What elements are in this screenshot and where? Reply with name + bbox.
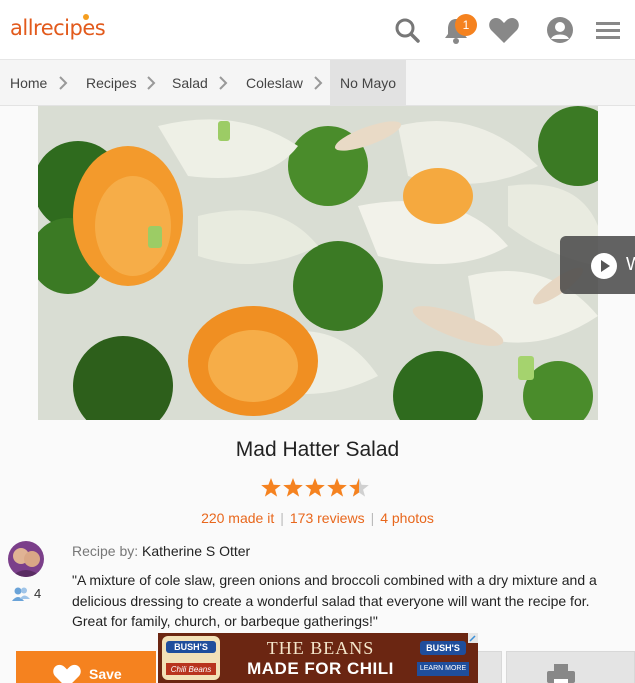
ad-subheadline: MADE FOR CHILI <box>247 659 394 678</box>
breadcrumb-recipes[interactable]: Recipes <box>86 60 137 106</box>
made-it-link[interactable]: 220 made it <box>201 510 274 526</box>
reviews-link[interactable]: 173 reviews <box>290 510 365 526</box>
recipe-title: Mad Hatter Salad <box>235 438 400 461</box>
video-tab-label: W <box>626 254 635 274</box>
ad-product: Chili Beans <box>170 665 212 674</box>
print-icon <box>547 664 575 683</box>
photos-link[interactable]: 4 photos <box>380 510 434 526</box>
search-icon <box>395 18 420 43</box>
chevron-right-icon <box>219 76 228 90</box>
followers-number: 4 <box>34 586 42 601</box>
ad-brand-right: BUSH'S <box>426 643 460 653</box>
user-icon <box>547 17 573 43</box>
ad-brand-left: BUSH'S <box>174 642 208 652</box>
star-icon <box>327 478 347 497</box>
breadcrumb-salad[interactable]: Salad <box>172 60 208 106</box>
print-button[interactable] <box>506 651 635 683</box>
ad-banner[interactable]: BUSH'S Chili Beans THE BEANS MADE FOR CH… <box>158 633 478 683</box>
breadcrumb: Home Recipes Salad Coleslaw No Mayo <box>0 60 635 106</box>
author-name[interactable]: Katherine S Otter <box>142 543 250 559</box>
site-header: allrecipes 1 <box>0 0 635 60</box>
salad-photo-illustration <box>38 106 598 420</box>
ad-cta[interactable]: LEARN MORE <box>417 665 469 672</box>
watch-video-tab[interactable]: W <box>560 236 635 294</box>
chevron-right-icon <box>314 76 323 90</box>
half-star-icon <box>349 478 369 497</box>
recipe-byline: Recipe by: Katherine S Otter <box>72 543 250 559</box>
allrecipes-logo[interactable]: allrecipes <box>10 16 106 40</box>
chevron-right-icon <box>59 76 68 90</box>
save-button[interactable]: Save <box>16 651 156 683</box>
recipe-description: "A mixture of cole slaw, green onions an… <box>72 572 597 629</box>
menu-button[interactable] <box>592 14 624 46</box>
stats-divider: | <box>370 510 375 526</box>
rating-stars[interactable] <box>260 477 375 499</box>
followers-icon <box>12 587 30 601</box>
menu-icon <box>596 22 620 39</box>
ad-headline: THE BEANS <box>266 638 375 658</box>
recipe-stats: 220 made it | 173 reviews | 4 photos <box>0 510 635 526</box>
breadcrumb-home[interactable]: Home <box>10 60 47 106</box>
profile-button[interactable] <box>544 14 576 46</box>
stats-divider: | <box>280 510 284 526</box>
author-avatar[interactable] <box>8 541 44 577</box>
star-icon <box>261 478 281 497</box>
heart-icon <box>489 18 519 43</box>
recipe-by-label: Recipe by: <box>72 543 139 559</box>
star-icon <box>283 478 303 497</box>
breadcrumb-coleslaw[interactable]: Coleslaw <box>246 60 303 106</box>
followers-count[interactable]: 4 <box>12 586 41 601</box>
star-icon <box>305 478 325 497</box>
favorites-button[interactable] <box>488 14 520 46</box>
play-icon <box>591 253 617 279</box>
chevron-right-icon <box>147 76 156 90</box>
recipe-photo[interactable] <box>38 106 598 420</box>
logo-accent-dot <box>83 14 89 20</box>
save-button-label: Save <box>89 666 122 682</box>
heart-icon <box>53 664 81 683</box>
search-button[interactable] <box>391 14 423 46</box>
breadcrumb-no-mayo[interactable]: No Mayo <box>330 60 407 106</box>
notification-badge: 1 <box>455 14 477 36</box>
